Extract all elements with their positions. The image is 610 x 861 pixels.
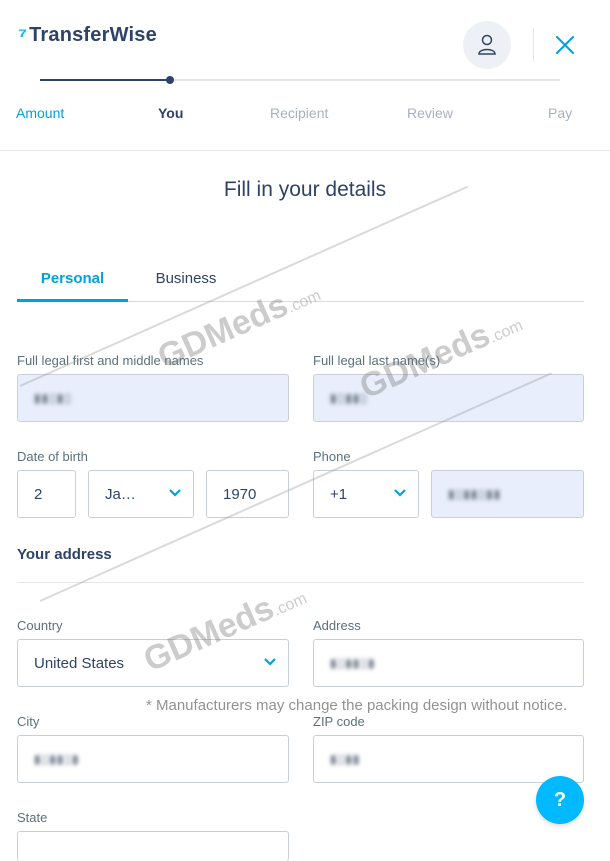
country-value: United States [34,654,125,672]
chevron-down-icon [394,489,406,497]
step-amount[interactable]: Amount [16,105,64,121]
phone-number-value: ▮▯▮▮▯▮▮ [448,487,502,501]
dob-day-input[interactable]: 2 [17,470,76,518]
step-review: Review [407,105,453,121]
help-button[interactable]: ? [536,776,584,824]
city-value: ▮▯▮▮▯▮ [34,752,80,766]
dob-day-value: 2 [34,485,43,503]
city-label: City [17,714,40,729]
progress-marker [166,76,174,84]
phone-code-select[interactable]: +1 [313,470,419,518]
phone-code-value: +1 [330,485,348,503]
first-name-input[interactable]: ▮▮▯▮▯ [17,374,289,422]
chevron-down-icon [169,489,181,497]
address-label: Address [313,618,361,633]
progress-track [40,76,560,84]
chevron-down-icon [264,658,276,666]
phone-number-input[interactable]: ▮▯▮▮▯▮▮ [431,470,584,518]
last-name-value: ▮▯▮▮▯ [330,391,369,405]
user-icon [478,34,496,55]
state-select[interactable] [17,831,289,861]
step-pay: Pay [548,105,573,121]
step-recipient: Recipient [270,105,329,121]
tab-business[interactable]: Business [143,267,229,299]
zip-value: ▮▯▮▮ [330,752,361,766]
address-value: ▮▯▮▮▯▮ [330,656,376,670]
tab-personal[interactable]: Personal [17,267,128,302]
country-label: Country [17,618,63,633]
zip-label: ZIP code [313,714,365,729]
logo-mark-icon: ⁷ [18,22,28,48]
dob-month-select[interactable]: Ja… [88,470,194,518]
top-bar: ⁷ TransferWise Amount You Recipient Revi… [0,0,610,151]
close-button[interactable] [552,32,578,58]
logo-text: TransferWise [29,24,157,46]
dob-month-value: Ja… [105,485,136,503]
close-icon [556,36,574,54]
step-you[interactable]: You [158,105,183,121]
watermark-notice: * Manufacturers may change the packing d… [146,697,568,714]
dob-year-value: 1970 [223,485,257,503]
city-input[interactable]: ▮▯▮▮▯▮ [17,735,289,783]
first-name-value: ▮▮▯▮▯ [34,391,73,405]
transferwise-logo[interactable]: ⁷ TransferWise [18,24,157,47]
address-section-title: Your address [17,546,112,563]
header-divider [533,28,534,62]
last-name-input[interactable]: ▮▯▮▮▯ [313,374,584,422]
address-input[interactable]: ▮▯▮▮▯▮ [313,639,584,687]
section-divider [17,582,584,583]
phone-label: Phone [313,449,351,464]
profile-button[interactable] [463,21,511,69]
page-title: Fill in your details [223,178,387,201]
state-label: State [17,810,48,825]
zip-input[interactable]: ▮▯▮▮ [313,735,584,783]
dob-label: Date of birth [17,449,88,464]
progress-fill [40,79,170,81]
